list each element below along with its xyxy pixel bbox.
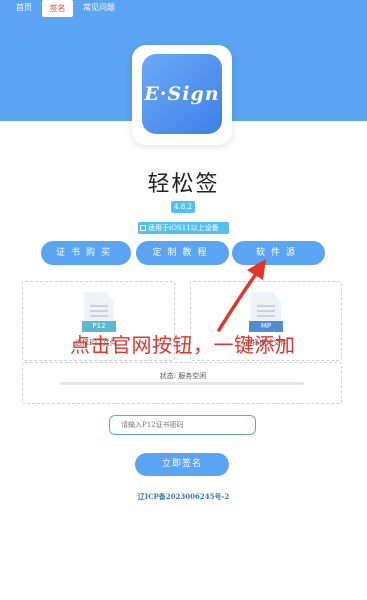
status-panel: 状态: 服务空闲 [22,362,342,404]
nav-home[interactable]: 首页 [16,2,32,13]
app-logo: E·Sign [132,45,232,145]
progress-bar [60,382,304,385]
device-note: 适用于iOS11以上设备 [148,224,219,232]
top-nav: 首页 签名 常见问题 [0,0,367,17]
software-source-button[interactable]: 软件源 [232,241,325,265]
annotation-text: 点击官网按钮，一键添加 [70,333,296,357]
p12-file-icon: P12 [82,292,116,332]
logo-badge: E·Sign [142,54,222,134]
p12-password-input[interactable] [109,415,256,435]
action-buttons: 证书购买 定制教程 软件源 [41,241,325,265]
icp-link[interactable]: 辽ICP备2023006245号-2 [0,492,367,502]
version-badge: 4.8.2 [171,201,195,213]
custom-tutorial-button[interactable]: 定制教程 [136,241,229,265]
device-compat-badge: 适用于iOS11以上设备 [138,222,229,234]
buy-certificate-button[interactable]: 证书购买 [41,241,131,265]
sign-now-button[interactable]: 立即签名 [135,453,229,476]
nav-sign[interactable]: 签名 [42,0,73,17]
nav-faq[interactable]: 常见问题 [83,2,115,13]
mp-file-icon: MP [249,292,283,332]
status-text: 状态: 服务空闲 [159,372,207,380]
app-title: 轻松签 [147,172,220,197]
checkbox-icon [140,224,146,231]
logo-text: E·Sign [144,83,220,105]
